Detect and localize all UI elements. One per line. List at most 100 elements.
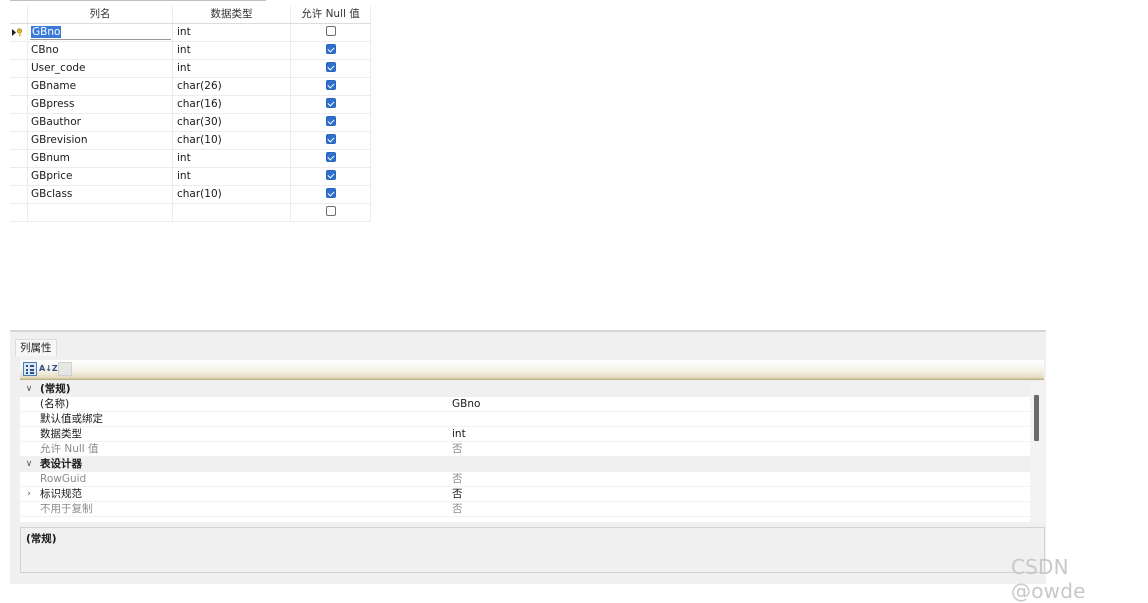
table-row[interactable]: GBclass char(10) [10, 186, 371, 204]
data-type-cell[interactable]: int [173, 168, 291, 185]
column-name-cell[interactable] [28, 204, 173, 221]
row-selector[interactable] [10, 78, 28, 95]
column-name-cell[interactable]: GBauthor [28, 114, 173, 131]
allow-null-checkbox[interactable] [325, 98, 336, 108]
description-pane: (常规) [20, 527, 1045, 573]
property-category-row[interactable]: ∨ 表设计器 [20, 457, 1030, 472]
data-type-cell[interactable]: char(10) [173, 186, 291, 203]
row-selector[interactable] [10, 168, 28, 185]
row-selector[interactable] [10, 114, 28, 131]
table-row[interactable]: User_code int [10, 60, 371, 78]
table-row[interactable]: GBname char(26) [10, 78, 371, 96]
data-type-cell[interactable]: char(10) [173, 132, 291, 149]
property-row[interactable]: 允许 Null 值 否 [20, 442, 1030, 457]
column-name-text: GBrevision [31, 134, 88, 146]
property-name: 允许 Null 值 [40, 443, 99, 455]
allow-null-checkbox[interactable] [325, 80, 336, 90]
allow-null-cell [291, 78, 371, 95]
row-selector[interactable] [10, 96, 28, 113]
row-selector[interactable] [10, 24, 28, 41]
allow-null-cell [291, 42, 371, 59]
tab-column-properties[interactable]: 列属性 [15, 339, 57, 356]
data-type-cell[interactable] [173, 204, 291, 221]
data-type-cell[interactable]: int [173, 24, 291, 41]
property-name: (名称) [40, 398, 70, 410]
property-row[interactable]: 不用于复制 否 [20, 502, 1030, 517]
property-row[interactable]: 默认值或绑定 [20, 412, 1030, 427]
data-type-cell[interactable]: int [173, 60, 291, 77]
column-name-text: User_code [31, 62, 86, 74]
property-value[interactable]: 否 [452, 502, 463, 517]
row-selector[interactable] [10, 150, 28, 167]
column-name-cell[interactable]: GBclass [28, 186, 173, 203]
property-name: 标识规范 [40, 488, 82, 500]
allow-null-checkbox[interactable] [325, 26, 336, 36]
property-grid-scrollbar[interactable] [1030, 382, 1044, 522]
allow-null-checkbox[interactable] [325, 188, 336, 198]
header-column-name[interactable]: 列名 [28, 6, 173, 23]
column-name-cell[interactable]: User_code [28, 60, 173, 77]
data-type-cell[interactable]: int [173, 42, 291, 59]
data-type-cell[interactable]: char(16) [173, 96, 291, 113]
collapse-chevron-icon[interactable]: ∨ [24, 382, 34, 397]
property-row[interactable]: RowGuid 否 [20, 472, 1030, 487]
property-value[interactable]: int [452, 427, 466, 442]
header-data-type[interactable]: 数据类型 [173, 6, 291, 23]
sort-az-icon[interactable]: A↓Z [39, 362, 58, 376]
column-name-cell[interactable]: CBno [28, 42, 173, 59]
property-value[interactable]: 否 [452, 487, 463, 502]
header-allow-null[interactable]: 允许 Null 值 [291, 6, 371, 23]
category-label: 表设计器 [40, 458, 82, 470]
table-row[interactable]: GBauthor char(30) [10, 114, 371, 132]
column-name-cell[interactable]: GBnum [28, 150, 173, 167]
column-name-cell[interactable]: GBno [28, 24, 173, 41]
row-selector[interactable] [10, 60, 28, 77]
table-row[interactable]: GBnum int [10, 150, 371, 168]
table-row[interactable]: CBno int [10, 42, 371, 60]
column-name-cell[interactable]: GBname [28, 78, 173, 95]
watermark: CSDN @owde [1011, 555, 1086, 603]
table-row[interactable]: GBno int [10, 24, 371, 42]
property-value[interactable]: 否 [452, 442, 463, 457]
table-row[interactable]: GBpress char(16) [10, 96, 371, 114]
allow-null-cell [291, 168, 371, 185]
row-selector[interactable] [10, 186, 28, 203]
column-name-text: CBno [31, 44, 59, 56]
column-name-cell[interactable]: GBpress [28, 96, 173, 113]
collapse-chevron-icon[interactable]: ∨ [24, 457, 34, 472]
property-row[interactable]: 数据类型 int [20, 427, 1030, 442]
row-selector[interactable] [10, 204, 28, 221]
property-row[interactable]: (名称) GBno [20, 397, 1030, 412]
allow-null-checkbox[interactable] [325, 134, 336, 144]
column-name-text: GBprice [31, 170, 73, 182]
table-row[interactable]: GBprice int [10, 168, 371, 186]
property-value[interactable]: GBno [452, 397, 480, 412]
column-name-text: GBclass [31, 188, 73, 200]
allow-null-checkbox[interactable] [325, 44, 336, 54]
allow-null-cell [291, 60, 371, 77]
data-type-cell[interactable]: char(26) [173, 78, 291, 95]
allow-null-cell [291, 150, 371, 167]
table-row[interactable]: GBrevision char(10) [10, 132, 371, 150]
data-type-cell[interactable]: int [173, 150, 291, 167]
allow-null-checkbox[interactable] [325, 152, 336, 162]
property-value[interactable]: 否 [452, 472, 463, 487]
expand-chevron-icon[interactable]: › [24, 487, 34, 502]
property-pages-icon[interactable] [58, 362, 72, 376]
row-selector[interactable] [10, 132, 28, 149]
property-category-row[interactable]: ∨ (常规) [20, 382, 1030, 397]
data-type-cell[interactable]: char(30) [173, 114, 291, 131]
allow-null-checkbox[interactable] [325, 62, 336, 72]
property-row[interactable]: › 标识规范 否 [20, 487, 1030, 502]
scrollbar-thumb[interactable] [1034, 395, 1039, 441]
allow-null-checkbox[interactable] [325, 170, 336, 180]
column-name-cell[interactable]: GBrevision [28, 132, 173, 149]
properties-toolbar: A↓Z [20, 360, 1044, 380]
row-selector[interactable] [10, 42, 28, 59]
column-name-cell[interactable]: GBprice [28, 168, 173, 185]
allow-null-checkbox[interactable] [325, 206, 336, 216]
table-row[interactable] [10, 204, 371, 222]
column-name-text: GBnum [31, 152, 70, 164]
categorized-icon[interactable] [23, 362, 37, 376]
allow-null-checkbox[interactable] [325, 116, 336, 126]
